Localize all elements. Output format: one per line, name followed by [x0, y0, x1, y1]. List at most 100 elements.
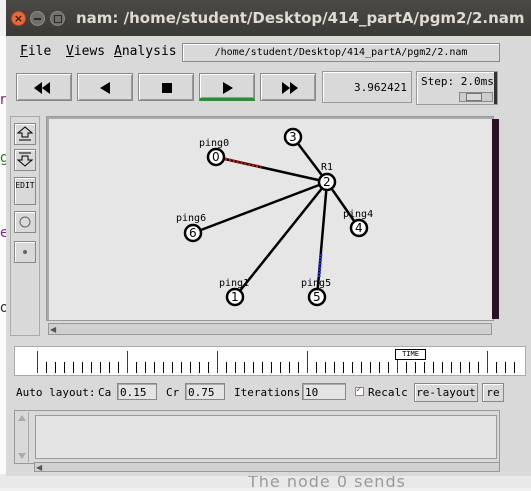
- timeline-tick: [217, 351, 218, 373]
- fast-rewind-button[interactable]: [16, 73, 72, 101]
- svg-text:0: 0: [212, 150, 220, 164]
- timeline[interactable]: TIME: [14, 346, 526, 376]
- node-label-ping6: ping6: [176, 213, 206, 224]
- point-tool-button[interactable]: [14, 241, 36, 263]
- svg-text:6: 6: [189, 226, 197, 240]
- timeline-tick: [64, 362, 65, 373]
- timeline-marker[interactable]: TIME: [395, 349, 426, 360]
- timeline-tick: [271, 362, 272, 373]
- timeline-tick: [82, 362, 83, 373]
- timeline-tick: [361, 362, 362, 373]
- node-label-ping4: ping4: [343, 209, 373, 220]
- node-3[interactable]: 3: [283, 127, 303, 147]
- menu-views[interactable]: Views: [66, 44, 105, 59]
- step-slider-thumb[interactable]: [466, 93, 482, 101]
- scroll-up-icon[interactable]: [16, 412, 28, 462]
- node-6[interactable]: 6 ping6: [176, 213, 206, 243]
- annotation-list[interactable]: [35, 415, 497, 459]
- iterations-input[interactable]: 10: [302, 383, 346, 400]
- zoom-out-icon: [16, 152, 34, 167]
- maximize-window-button[interactable]: [50, 11, 65, 26]
- timeline-tick: [244, 362, 245, 373]
- node-1[interactable]: 1 ping1: [219, 278, 249, 307]
- timeline-tick: [514, 362, 515, 373]
- timeline-tick: [118, 362, 119, 373]
- fast-rewind-icon: [34, 82, 50, 94]
- timeline-tick: [262, 362, 263, 373]
- play-forward-icon: [223, 82, 233, 94]
- ca-input[interactable]: 0.15: [117, 383, 157, 400]
- stop-button[interactable]: [138, 73, 194, 101]
- timeline-tick: [46, 362, 47, 373]
- timeline-tick: [325, 362, 326, 373]
- node-4[interactable]: 4 ping4: [343, 209, 373, 238]
- timeline-tick: [37, 351, 38, 373]
- step-control: Step: 2.0ms: [416, 71, 498, 105]
- timeline-tick: [460, 362, 461, 373]
- zoom-out-button[interactable]: [14, 149, 36, 171]
- network-topology: 0 ping0 3 2 R1 6 ping6 4 ping4 1 ping1 5…: [176, 127, 373, 307]
- timeline-tick: [136, 362, 137, 373]
- minimize-window-button[interactable]: [30, 11, 45, 26]
- step-slider[interactable]: [459, 92, 493, 102]
- annotation-vertical-scrollbar[interactable]: [16, 412, 29, 462]
- timeline-tick: [235, 362, 236, 373]
- fast-forward-button[interactable]: [260, 73, 316, 101]
- svg-text:3: 3: [289, 130, 297, 144]
- auto-layout-bar: Auto layout: Ca 0.15 Cr 0.75 Iterations …: [14, 382, 531, 404]
- close-window-button[interactable]: ×: [11, 11, 26, 26]
- node-5[interactable]: 5 ping5: [301, 278, 331, 307]
- timeline-tick: [289, 362, 290, 373]
- simulation-time: 3.962421: [322, 71, 412, 103]
- menu-analysis[interactable]: Analysis: [114, 44, 177, 59]
- canvas-horizontal-scrollbar[interactable]: ◀: [48, 323, 492, 335]
- zoom-in-button[interactable]: [14, 123, 36, 145]
- timeline-tick: [307, 351, 308, 373]
- annotation-horizontal-scrollbar[interactable]: ◀: [34, 462, 500, 472]
- scroll-left-icon[interactable]: ◀: [50, 325, 56, 334]
- network-canvas[interactable]: 0 ping0 3 2 R1 6 ping6 4 ping4 1 ping1 5…: [46, 116, 494, 321]
- edit-button[interactable]: EDIT: [14, 177, 36, 205]
- svg-text:2: 2: [323, 175, 331, 189]
- play-backward-icon: [100, 82, 110, 94]
- play-backward-button[interactable]: [77, 73, 133, 101]
- relayout-button[interactable]: re-layout: [414, 383, 478, 402]
- svg-text:5: 5: [313, 290, 321, 304]
- cr-input[interactable]: 0.75: [185, 383, 225, 400]
- cr-label: Cr: [166, 386, 180, 399]
- menu-file[interactable]: File: [20, 44, 51, 59]
- node-2[interactable]: 2 R1: [317, 162, 337, 192]
- timeline-tick: [487, 351, 488, 373]
- timeline-tick: [505, 362, 506, 373]
- iterations-label: Iterations: [234, 386, 301, 399]
- node-tool-button[interactable]: [14, 211, 36, 233]
- timeline-tick: [388, 362, 389, 373]
- playback-controls: 3.962421 Step: 2.0ms: [10, 70, 531, 106]
- timeline-tick: [343, 362, 344, 373]
- timeline-tick: [298, 362, 299, 373]
- nam-window: × nam: /home/student/Desktop/414_partA/p…: [6, 0, 531, 476]
- timeline-tick: [91, 362, 92, 373]
- scroll-left-icon[interactable]: ◀: [36, 463, 42, 472]
- reset-button[interactable]: re: [482, 383, 504, 402]
- node-0[interactable]: 0 ping0: [199, 138, 229, 167]
- recalc-checkbox[interactable]: [355, 385, 364, 396]
- menu-bar: File Views Analysis /home/student/Deskto…: [10, 40, 531, 64]
- annotation-pane: [14, 410, 500, 464]
- timeline-tick: [478, 362, 479, 373]
- title-bar[interactable]: × nam: /home/student/Desktop/414_partA/p…: [6, 0, 531, 36]
- timeline-tick: [199, 362, 200, 373]
- node-label-ping1: ping1: [219, 278, 249, 289]
- timeline-tick: [172, 362, 173, 373]
- fast-forward-icon: [282, 82, 298, 94]
- circle-icon: [19, 216, 31, 228]
- timeline-tick: [406, 362, 407, 373]
- timeline-tick: [190, 362, 191, 373]
- zoom-in-icon: [16, 126, 34, 141]
- timeline-tick: [145, 362, 146, 373]
- play-forward-button[interactable]: [199, 73, 255, 101]
- window-title: nam: /home/student/Desktop/414_partA/pgm…: [76, 9, 525, 27]
- timeline-tick: [433, 362, 434, 373]
- timeline-tick: [127, 351, 128, 373]
- auto-layout-label: Auto layout:: [16, 386, 96, 399]
